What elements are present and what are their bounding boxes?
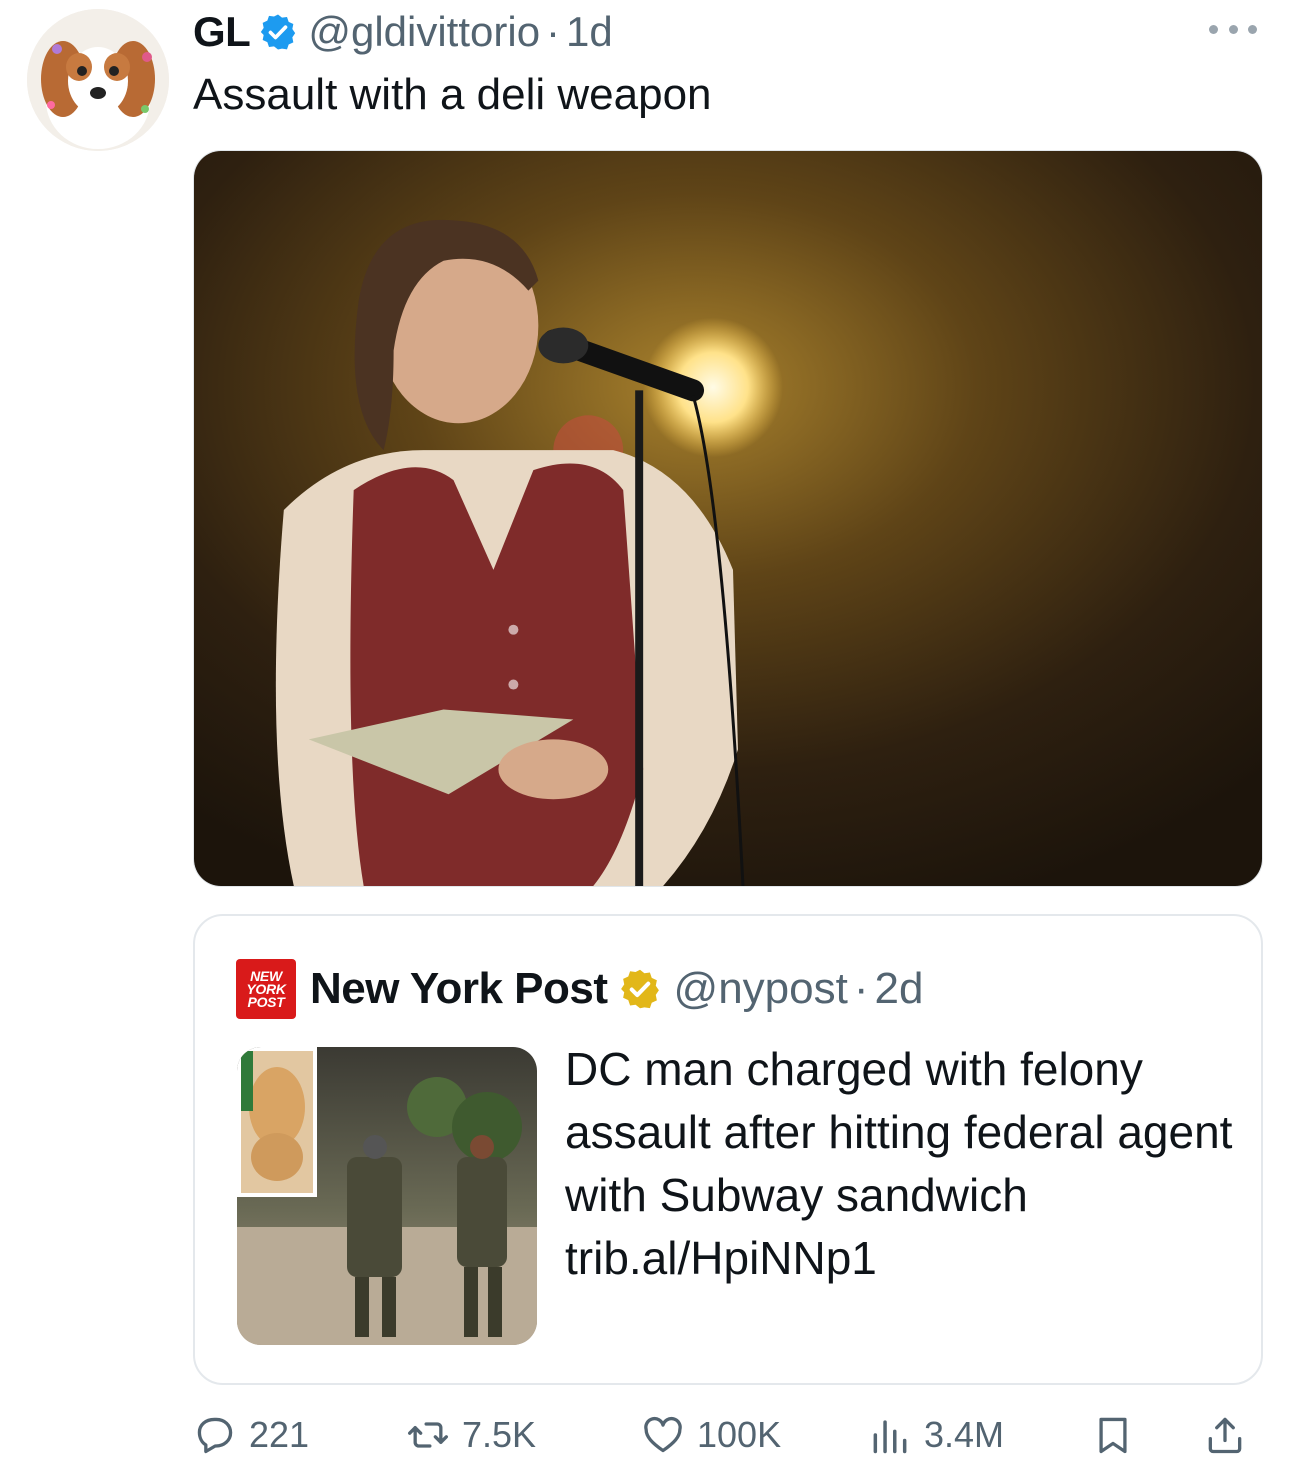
bookmark-icon: [1099, 1417, 1127, 1454]
quoted-author-handle[interactable]: @nypost: [674, 964, 848, 1014]
quoted-tweet[interactable]: NEW YORK POST New York Post @nypost · 2d: [193, 914, 1263, 1385]
reply-button[interactable]: 221: [193, 1405, 309, 1465]
action-bar: 221 7.5K 100K 3.4M: [193, 1405, 1263, 1465]
reply-count: 221: [249, 1414, 310, 1455]
dog-avatar-icon: [27, 9, 169, 151]
nypost-logo[interactable]: NEW YORK POST: [236, 959, 296, 1019]
author-avatar[interactable]: [27, 9, 169, 151]
more-options-icon[interactable]: [1209, 14, 1257, 44]
quoted-text: DC man charged with felony assault after…: [565, 1043, 1233, 1284]
quoted-separator: ·: [853, 964, 869, 1013]
repost-count: 7.5K: [462, 1414, 537, 1455]
quoted-timestamp[interactable]: 2d: [875, 964, 924, 1014]
tweet-text: Assault with a deli weapon: [193, 70, 712, 119]
share-icon: [1208, 1417, 1242, 1454]
bookmark-button[interactable]: [1091, 1405, 1135, 1465]
quoted-header: NEW YORK POST New York Post @nypost · 2d: [236, 958, 923, 1020]
repost-button[interactable]: 7.5K: [406, 1405, 536, 1465]
share-button[interactable]: [1203, 1405, 1247, 1465]
views-chart-icon: [873, 1420, 907, 1454]
like-count: 100K: [697, 1414, 782, 1455]
verified-org-badge-icon[interactable]: [618, 967, 662, 1011]
quoted-thumbnail[interactable]: [237, 1047, 537, 1345]
author-handle[interactable]: @gldivittorio: [308, 8, 540, 56]
like-button[interactable]: 100K: [641, 1405, 781, 1465]
tweet-timestamp[interactable]: 1d: [566, 8, 613, 56]
reply-icon: [197, 1417, 233, 1454]
quoted-author-name[interactable]: New York Post: [310, 964, 608, 1014]
views-button[interactable]: 3.4M: [868, 1405, 1004, 1465]
author-name[interactable]: GL: [193, 8, 251, 56]
repost-icon: [408, 1422, 448, 1448]
verified-badge-icon[interactable]: [258, 12, 298, 52]
tweet-header: GL @gldivittorio · 1d: [193, 6, 613, 58]
nypost-logo-line: POST: [247, 993, 285, 1010]
heart-icon: [644, 1416, 682, 1453]
views-count: 3.4M: [924, 1414, 1005, 1455]
tweet-photo[interactable]: [193, 150, 1263, 887]
header-separator: ·: [546, 8, 561, 55]
